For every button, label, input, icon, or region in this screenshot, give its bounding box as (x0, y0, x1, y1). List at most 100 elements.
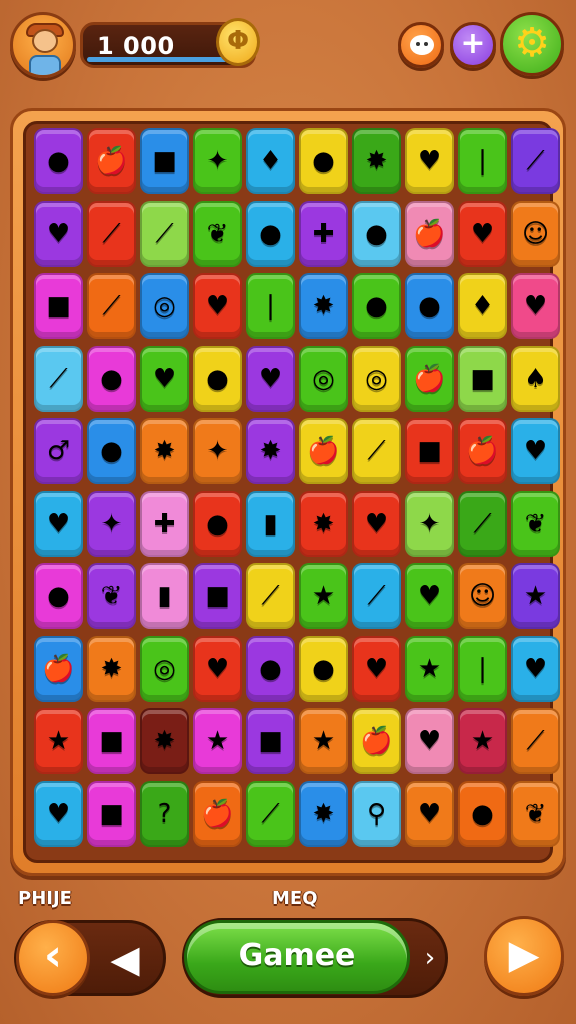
tile-r6-c8[interactable]: ☺ (458, 563, 507, 629)
tile-r1-c8[interactable]: ♥ (458, 200, 507, 267)
tile-r7-c1[interactable]: ✸ (87, 635, 136, 702)
coin-icon[interactable]: Φ (216, 18, 260, 66)
tile-r1-c4[interactable]: ● (246, 200, 295, 267)
tile-r8-c3[interactable]: ★ (193, 708, 242, 774)
tile-r6-c7[interactable]: ♥ (405, 563, 454, 629)
tile-r4-c4[interactable]: ✸ (246, 418, 295, 484)
tile-r1-c5[interactable]: ✚ (299, 200, 348, 267)
tile-r7-c2[interactable]: ◎ (140, 635, 189, 702)
tile-r0-c2[interactable]: ■ (140, 128, 189, 194)
tile-r9-c4[interactable]: ⟋ (246, 780, 295, 847)
tile-r2-c5[interactable]: ✸ (299, 273, 348, 339)
tile-r5-c4[interactable]: ▮ (246, 490, 295, 557)
settings-gear-button[interactable]: ⚙ (500, 12, 564, 76)
tile-r4-c7[interactable]: ■ (405, 418, 454, 484)
tile-r7-c3[interactable]: ♥ (193, 635, 242, 702)
tile-r9-c1[interactable]: ■ (87, 780, 136, 847)
tile-r3-c2[interactable]: ♥ (140, 345, 189, 412)
tile-r4-c9[interactable]: ♥ (511, 418, 560, 484)
tile-r1-c6[interactable]: ● (352, 200, 401, 267)
game-button[interactable]: Gamee (184, 920, 410, 994)
tile-r2-c6[interactable]: ● (352, 273, 401, 339)
tile-r9-c7[interactable]: ♥ (405, 780, 454, 847)
tile-r0-c6[interactable]: ✸ (352, 128, 401, 194)
tile-r3-c1[interactable]: ● (87, 345, 136, 412)
tile-r8-c9[interactable]: ⟋ (511, 708, 560, 774)
tile-r4-c3[interactable]: ✦ (193, 418, 242, 484)
tile-r7-c7[interactable]: ★ (405, 635, 454, 702)
smiley-button[interactable] (398, 22, 444, 68)
tile-r1-c9[interactable]: ☺ (511, 200, 560, 267)
tile-r3-c3[interactable]: ● (193, 345, 242, 412)
chevron-right-icon[interactable]: › (418, 938, 442, 978)
tile-r2-c0[interactable]: ■ (34, 273, 83, 339)
tile-r5-c0[interactable]: ♥ (34, 490, 83, 557)
tile-r8-c2[interactable]: ✸ (140, 708, 189, 774)
tile-r3-c4[interactable]: ♥ (246, 345, 295, 412)
tile-r7-c8[interactable]: ❘ (458, 635, 507, 702)
tile-r2-c2[interactable]: ◎ (140, 273, 189, 339)
avatar-icon[interactable] (10, 12, 76, 78)
tile-r7-c6[interactable]: ♥ (352, 635, 401, 702)
tile-r0-c0[interactable]: ● (34, 128, 83, 194)
tile-r8-c7[interactable]: ♥ (405, 708, 454, 774)
next-button[interactable]: ▶ (484, 916, 564, 996)
tile-r5-c1[interactable]: ✦ (87, 490, 136, 557)
tile-r5-c2[interactable]: ✚ (140, 490, 189, 557)
tile-r9-c9[interactable]: ❦ (511, 780, 560, 847)
tile-r4-c6[interactable]: ⟋ (352, 418, 401, 484)
tile-r6-c5[interactable]: ★ (299, 563, 348, 629)
tile-r0-c5[interactable]: ● (299, 128, 348, 194)
tile-r6-c2[interactable]: ▮ (140, 563, 189, 629)
tile-r4-c8[interactable]: 🍎 (458, 418, 507, 484)
tile-r2-c9[interactable]: ♥ (511, 273, 560, 339)
tile-r8-c6[interactable]: 🍎 (352, 708, 401, 774)
tile-r6-c0[interactable]: ● (34, 563, 83, 629)
tile-r5-c6[interactable]: ♥ (352, 490, 401, 557)
tile-r1-c2[interactable]: ⟋ (140, 200, 189, 267)
tile-r4-c2[interactable]: ✸ (140, 418, 189, 484)
tile-r5-c7[interactable]: ✦ (405, 490, 454, 557)
tile-r1-c3[interactable]: ❦ (193, 200, 242, 267)
tile-r3-c7[interactable]: 🍎 (405, 345, 454, 412)
tile-r3-c9[interactable]: ♠ (511, 345, 560, 412)
tile-r3-c5[interactable]: ◎ (299, 345, 348, 412)
tile-r3-c6[interactable]: ◎ (352, 345, 401, 412)
tile-r9-c2[interactable]: ? (140, 780, 189, 847)
tile-r1-c7[interactable]: 🍎 (405, 200, 454, 267)
tile-r0-c9[interactable]: ⟋ (511, 128, 560, 194)
tile-r9-c5[interactable]: ✸ (299, 780, 348, 847)
tile-r7-c9[interactable]: ♥ (511, 635, 560, 702)
tile-r9-c6[interactable]: ⚲ (352, 780, 401, 847)
tile-r6-c4[interactable]: ⟋ (246, 563, 295, 629)
tile-r6-c1[interactable]: ❦ (87, 563, 136, 629)
tile-r4-c5[interactable]: 🍎 (299, 418, 348, 484)
tile-r6-c3[interactable]: ■ (193, 563, 242, 629)
tile-r2-c3[interactable]: ♥ (193, 273, 242, 339)
tile-r8-c1[interactable]: ■ (87, 708, 136, 774)
tile-r9-c0[interactable]: ♥ (34, 780, 83, 847)
tile-r3-c8[interactable]: ■ (458, 345, 507, 412)
tile-r2-c4[interactable]: ❘ (246, 273, 295, 339)
tile-r2-c1[interactable]: ⟋ (87, 273, 136, 339)
tile-r8-c0[interactable]: ★ (34, 708, 83, 774)
tile-r0-c1[interactable]: 🍎 (87, 128, 136, 194)
add-button[interactable]: + (450, 22, 496, 68)
tile-r5-c3[interactable]: ● (193, 490, 242, 557)
tile-r1-c1[interactable]: ⟋ (87, 200, 136, 267)
tile-r0-c8[interactable]: ❘ (458, 128, 507, 194)
tile-r4-c1[interactable]: ● (87, 418, 136, 484)
tile-r5-c8[interactable]: ⟋ (458, 490, 507, 557)
tile-r2-c8[interactable]: ♦ (458, 273, 507, 339)
tile-r6-c9[interactable]: ★ (511, 563, 560, 629)
tile-r9-c3[interactable]: 🍎 (193, 780, 242, 847)
tile-r7-c0[interactable]: 🍎 (34, 635, 83, 702)
tile-r0-c7[interactable]: ♥ (405, 128, 454, 194)
tile-r9-c8[interactable]: ● (458, 780, 507, 847)
back-arrow-icon[interactable]: ◀ (100, 934, 150, 984)
tile-r5-c9[interactable]: ❦ (511, 490, 560, 557)
tile-r4-c0[interactable]: ♂ (34, 418, 83, 484)
tile-r2-c7[interactable]: ● (405, 273, 454, 339)
tile-r3-c0[interactable]: ⟋ (34, 345, 83, 412)
tile-r8-c4[interactable]: ■ (246, 708, 295, 774)
